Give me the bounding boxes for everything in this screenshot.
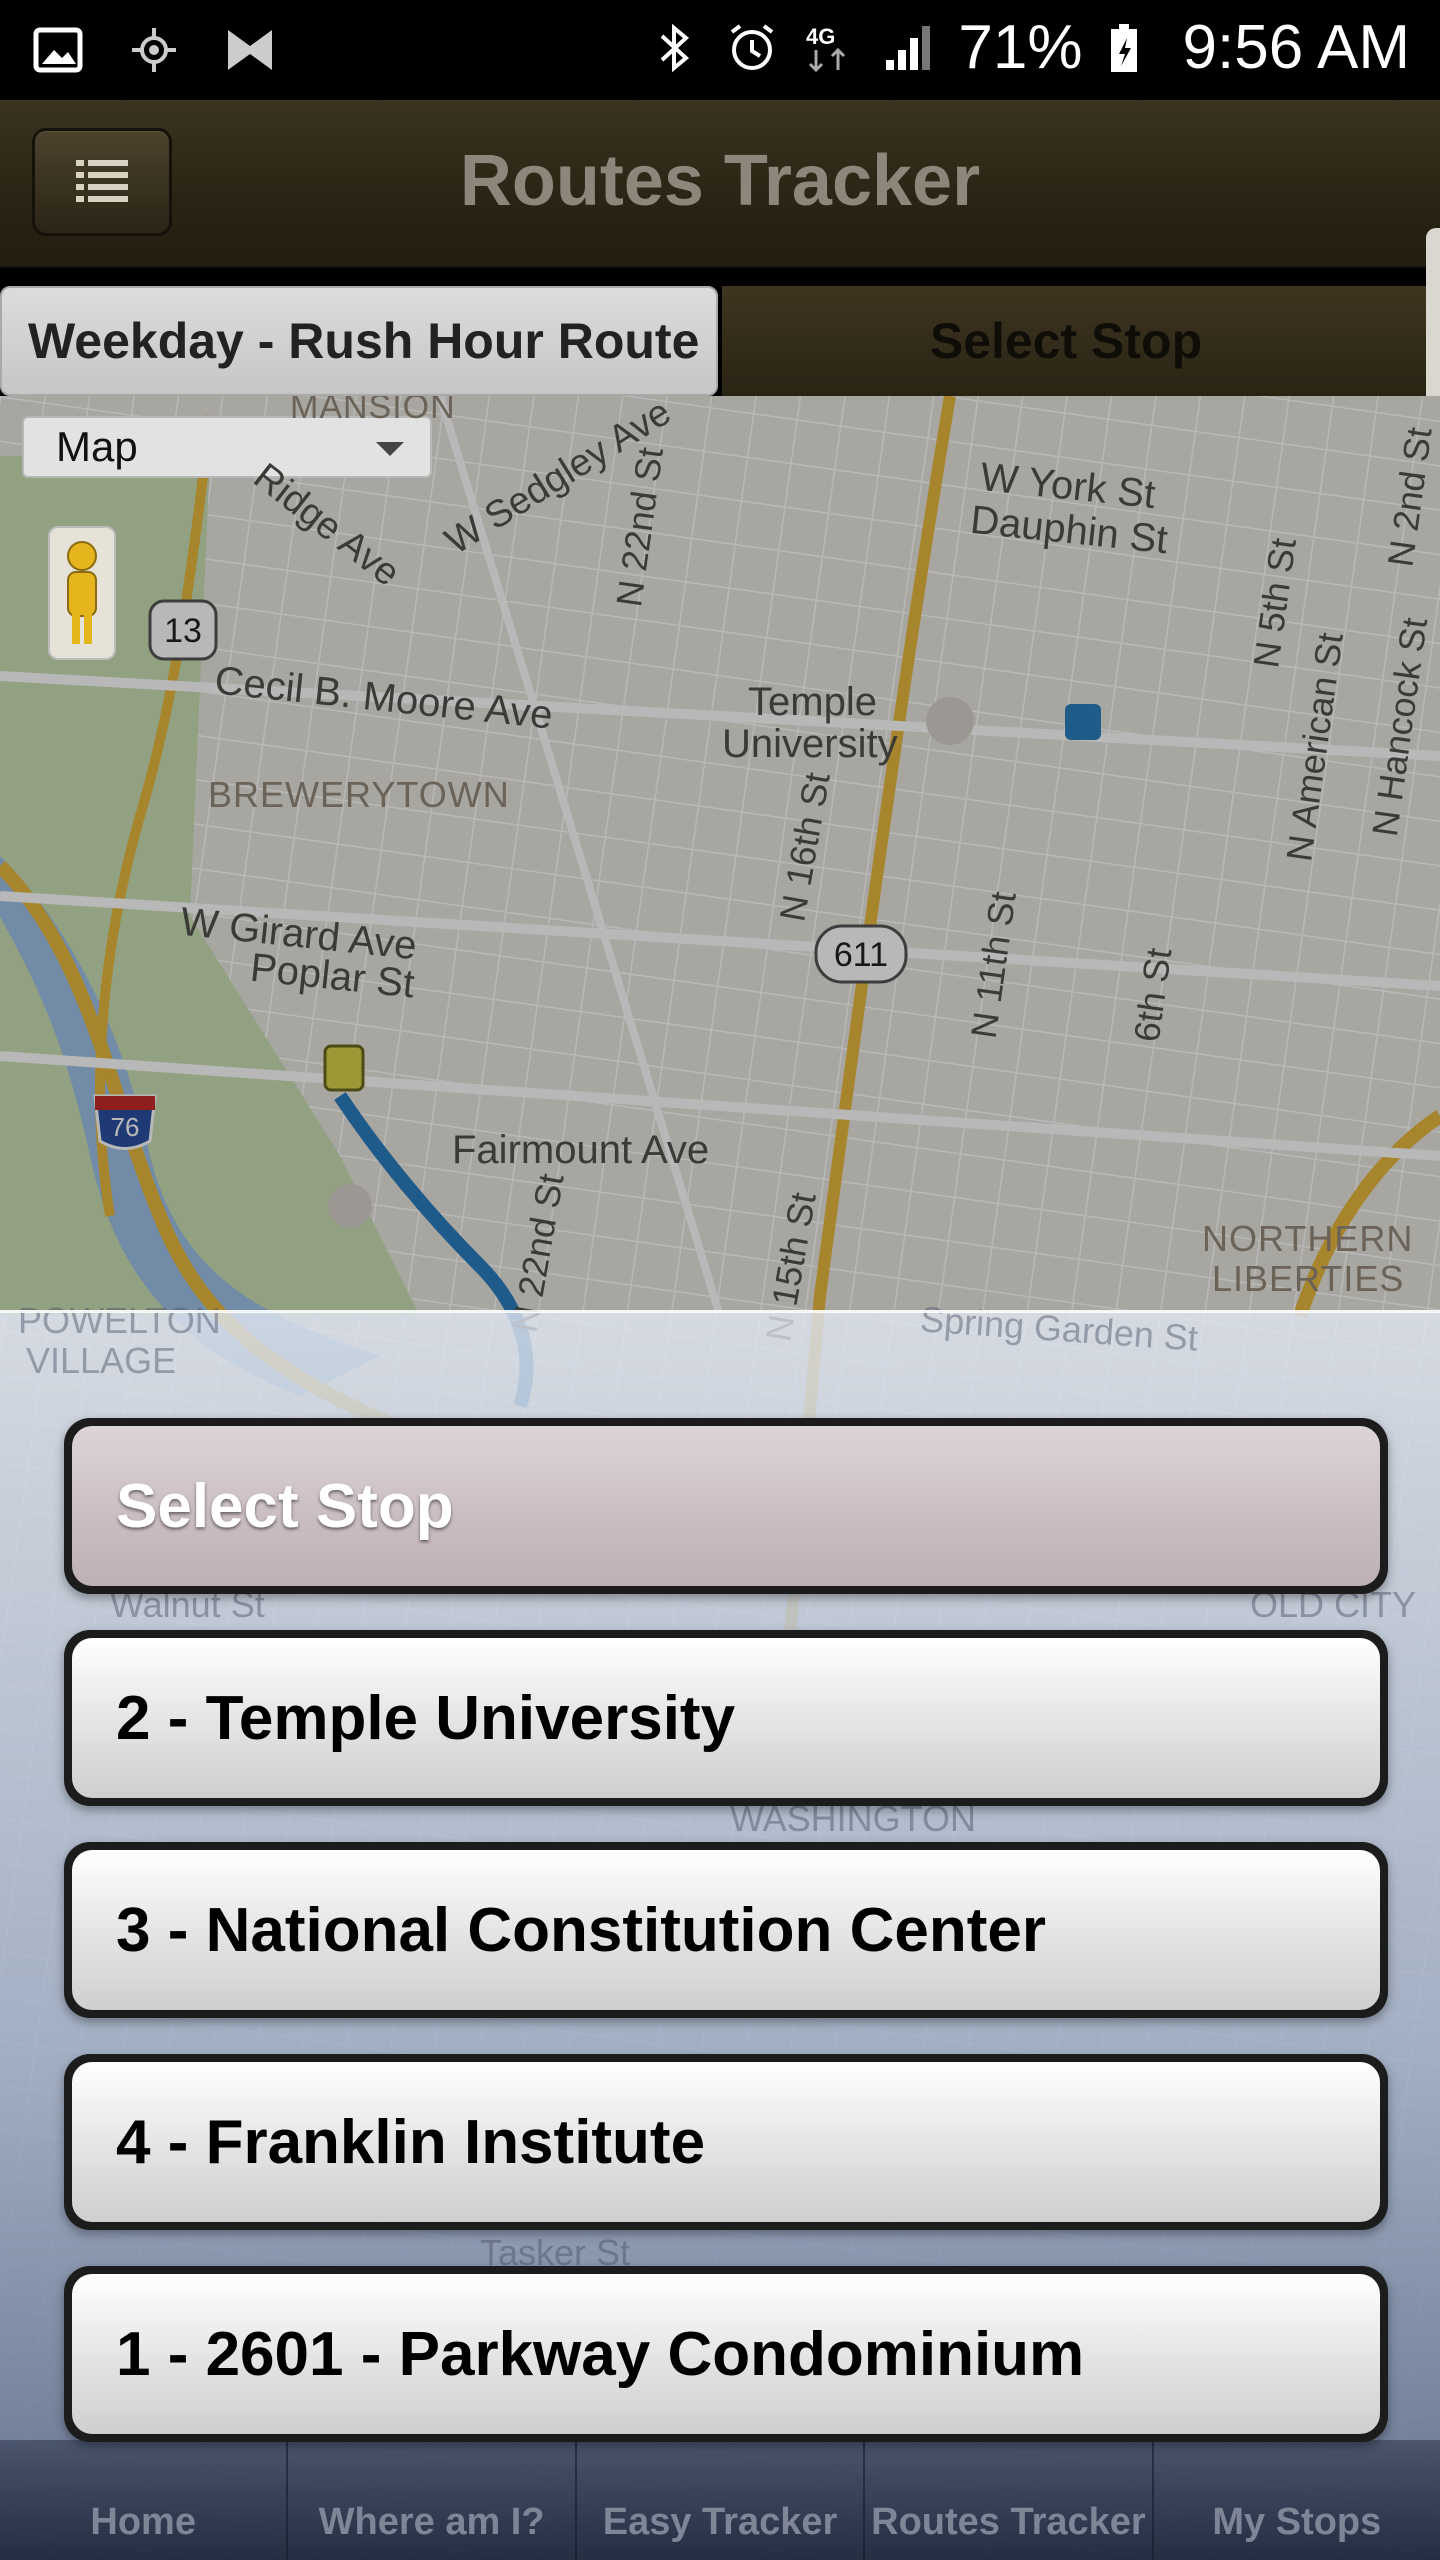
network-4g-icon: 4G <box>802 20 858 76</box>
image-icon <box>30 22 86 78</box>
location-icon <box>126 22 182 78</box>
nav-home[interactable]: Home <box>0 2440 289 2560</box>
overlay-divider <box>0 1310 1440 1313</box>
street-view-pegman-icon[interactable] <box>48 526 116 660</box>
map-type-value: Map <box>56 423 138 470</box>
stop-item-label: 2 - Temple University <box>72 1638 1380 1798</box>
bottom-nav: Home Where am I? Easy Tracker Routes Tra… <box>0 2440 1440 2560</box>
status-bar-left <box>30 22 278 78</box>
bluetooth-icon <box>646 20 702 76</box>
stop-item-label: 1 - 2601 - Parkway Condominium <box>72 2274 1380 2434</box>
tab-select-stop[interactable]: Select Stop <box>722 286 1440 396</box>
map-label-liberties: LIBERTIES <box>1212 1258 1405 1299</box>
stop-item-temple-university[interactable]: 2 - Temple University <box>64 1630 1388 1806</box>
tab-route[interactable]: Weekday - Rush Hour Route <box>0 286 718 396</box>
clock: 9:56 AM <box>1182 13 1410 82</box>
battery-charging-icon <box>1105 20 1161 76</box>
map-dim-layer <box>0 396 1440 1312</box>
app-icon <box>222 22 278 78</box>
nav-my-stops[interactable]: My Stops <box>1154 2440 1440 2560</box>
stop-list-header: Select Stop <box>64 1418 1388 1594</box>
stop-item-national-constitution-center[interactable]: 3 - National Constitution Center <box>64 1842 1388 2018</box>
stop-list-header-label: Select Stop <box>72 1426 1380 1586</box>
nav-easy-tracker[interactable]: Easy Tracker <box>577 2440 866 2560</box>
status-bar: 4G 71% 9:56 AM <box>0 0 1440 100</box>
page-title: Routes Tracker <box>459 141 981 221</box>
map-label-temple: Temple <box>748 680 877 724</box>
map-label-brewerytown: BREWERYTOWN <box>208 774 510 815</box>
signal-icon <box>880 20 936 76</box>
map-label-university: University <box>722 722 898 766</box>
battery-percent: 71% <box>958 13 1083 82</box>
status-bar-right: 4G 71% 9:56 AM <box>646 12 1410 83</box>
nav-where-am-i[interactable]: Where am I? <box>288 2440 577 2560</box>
app-header: Routes Tracker <box>0 100 1440 268</box>
ghost-label-village: VILLAGE <box>26 1340 177 1381</box>
stop-item-label: 4 - Franklin Institute <box>72 2062 1380 2222</box>
map-label-northern: NORTHERN <box>1202 1218 1414 1259</box>
map-label-fairmount: Fairmount Ave <box>452 1128 710 1172</box>
nav-routes-tracker[interactable]: Routes Tracker <box>865 2440 1154 2560</box>
alarm-icon <box>724 20 780 76</box>
stop-item-parkway-condominium[interactable]: 1 - 2601 - Parkway Condominium <box>64 2266 1388 2442</box>
stop-item-franklin-institute[interactable]: 4 - Franklin Institute <box>64 2054 1388 2230</box>
chevron-down-icon <box>376 442 404 456</box>
svg-text:4G: 4G <box>806 24 835 49</box>
stop-item-label: 3 - National Constitution Center <box>72 1850 1380 2010</box>
ghost-label-powelton: POWELTON <box>18 1300 221 1341</box>
map-label-mansion: MANSION <box>290 396 456 426</box>
